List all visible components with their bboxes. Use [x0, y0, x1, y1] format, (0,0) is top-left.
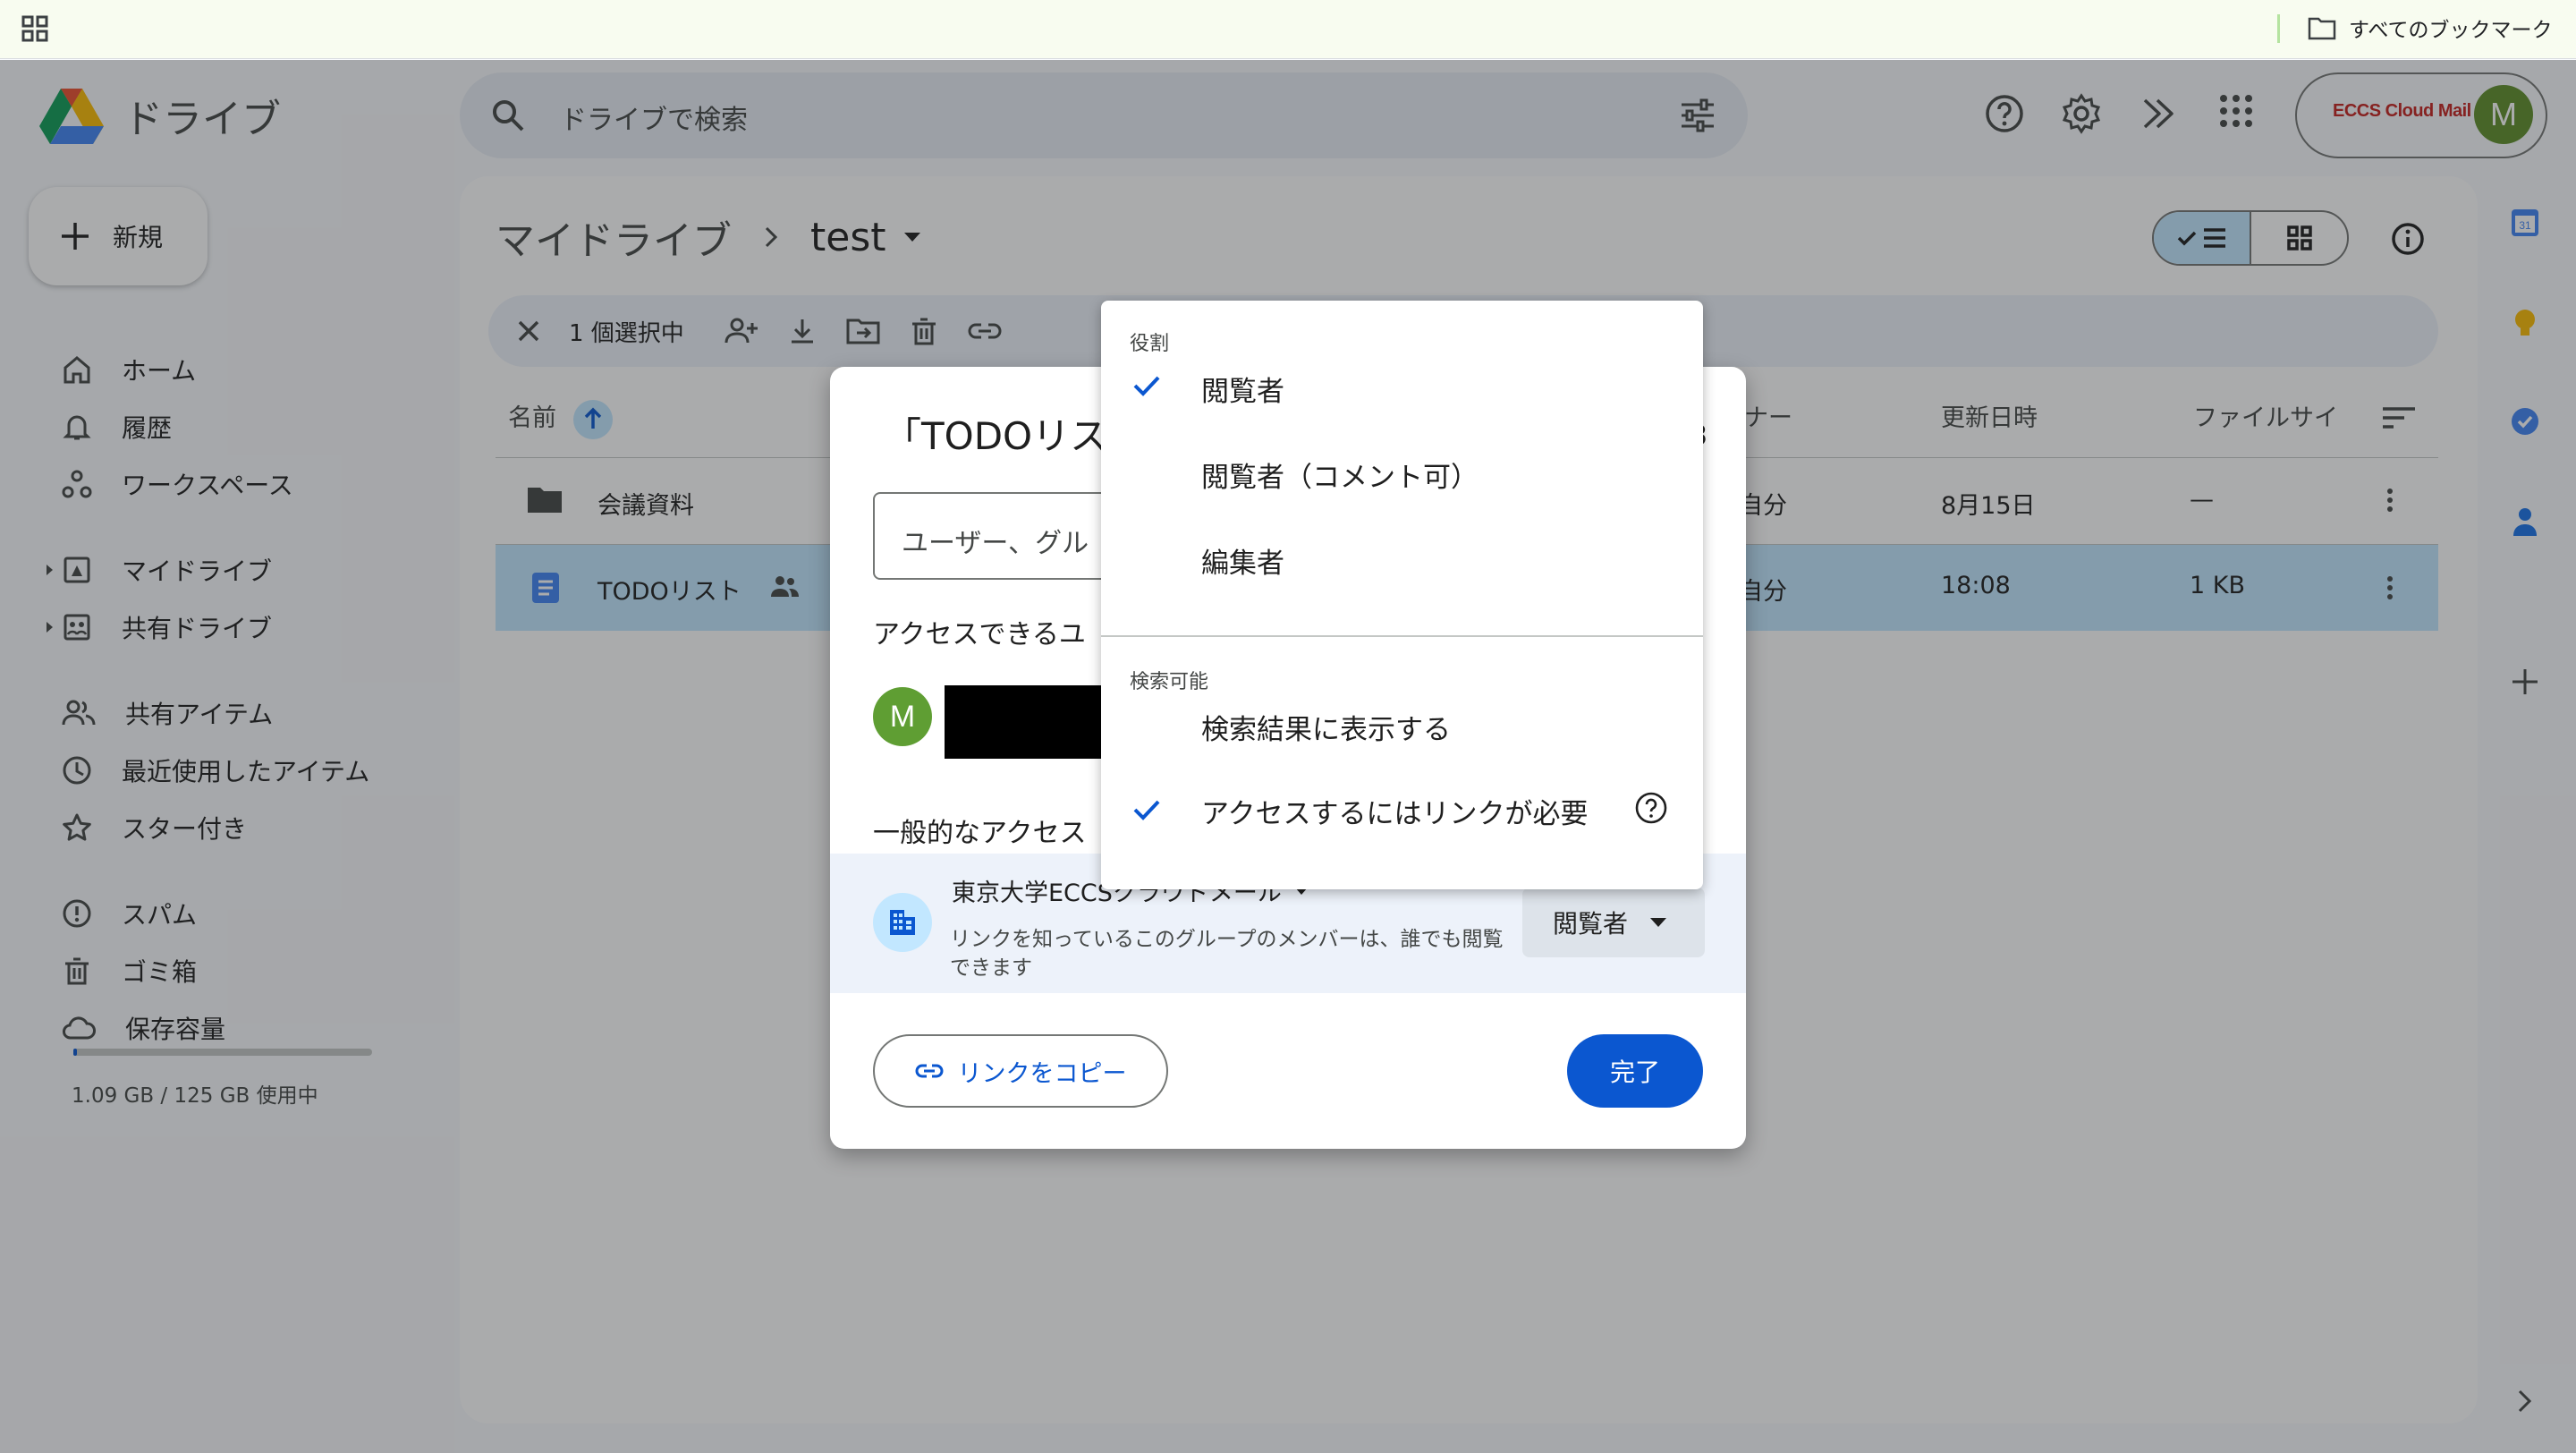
people-with-access-heading: アクセスできるユ [873, 619, 1086, 650]
menu-item-label: 検索結果に表示する [1201, 714, 1451, 746]
general-access-heading: 一般的なアクセス [873, 818, 1087, 849]
caret-down-icon [1649, 917, 1667, 928]
menu-divider [1101, 635, 1703, 637]
redacted-user-info [945, 685, 1123, 759]
check-icon [1131, 794, 1162, 825]
folder-icon [2308, 15, 2336, 40]
dialog-title: 「TODOリス [884, 414, 1108, 458]
bookmarks-bar: すべてのブックマーク [0, 0, 2576, 59]
menu-item-label: 閲覧者（コメント可） [1201, 462, 1479, 494]
role-dropdown-menu: 役割 閲覧者 閲覧者（コメント可） 編集者 検索可能 検索結果に表示する アクセ… [1101, 301, 1703, 889]
menu-item-editor[interactable]: 編集者 [1101, 517, 1703, 598]
menu-item-viewer[interactable]: 閲覧者 [1101, 345, 1703, 426]
menu-item-label: アクセスするにはリンクが必要 [1201, 798, 1589, 830]
menu-item-show-in-search[interactable]: 検索結果に表示する [1101, 684, 1703, 764]
copy-link-button[interactable]: リンクをコピー [873, 1034, 1168, 1108]
menu-item-label: 編集者 [1201, 548, 1284, 580]
add-people-placeholder: ユーザー、グル [902, 528, 1089, 559]
check-icon [1131, 370, 1162, 401]
help-icon[interactable] [1634, 791, 1668, 825]
done-button[interactable]: 完了 [1567, 1034, 1703, 1108]
all-bookmarks-button[interactable]: すべてのブックマーク [2308, 13, 2552, 43]
link-icon [915, 1061, 944, 1081]
menu-item-link-required[interactable]: アクセスするにはリンクが必要 [1101, 768, 1703, 848]
copy-link-label: リンクをコピー [957, 1059, 1127, 1088]
bookmarks-divider [2277, 14, 2280, 43]
general-access-role-dropdown[interactable]: 閲覧者 [1522, 888, 1705, 957]
menu-item-commenter[interactable]: 閲覧者（コメント可） [1101, 431, 1703, 512]
general-access-description: リンクを知っているこのグループのメンバーは、誰でも閲覧できます [950, 928, 1504, 980]
all-bookmarks-label: すべてのブックマーク [2349, 19, 2553, 42]
organization-building-icon [873, 893, 932, 952]
avatar: M [873, 687, 932, 746]
role-label: 閲覧者 [1553, 909, 1629, 939]
apps-grid-icon[interactable] [21, 15, 48, 42]
menu-item-label: 閲覧者 [1201, 376, 1284, 408]
